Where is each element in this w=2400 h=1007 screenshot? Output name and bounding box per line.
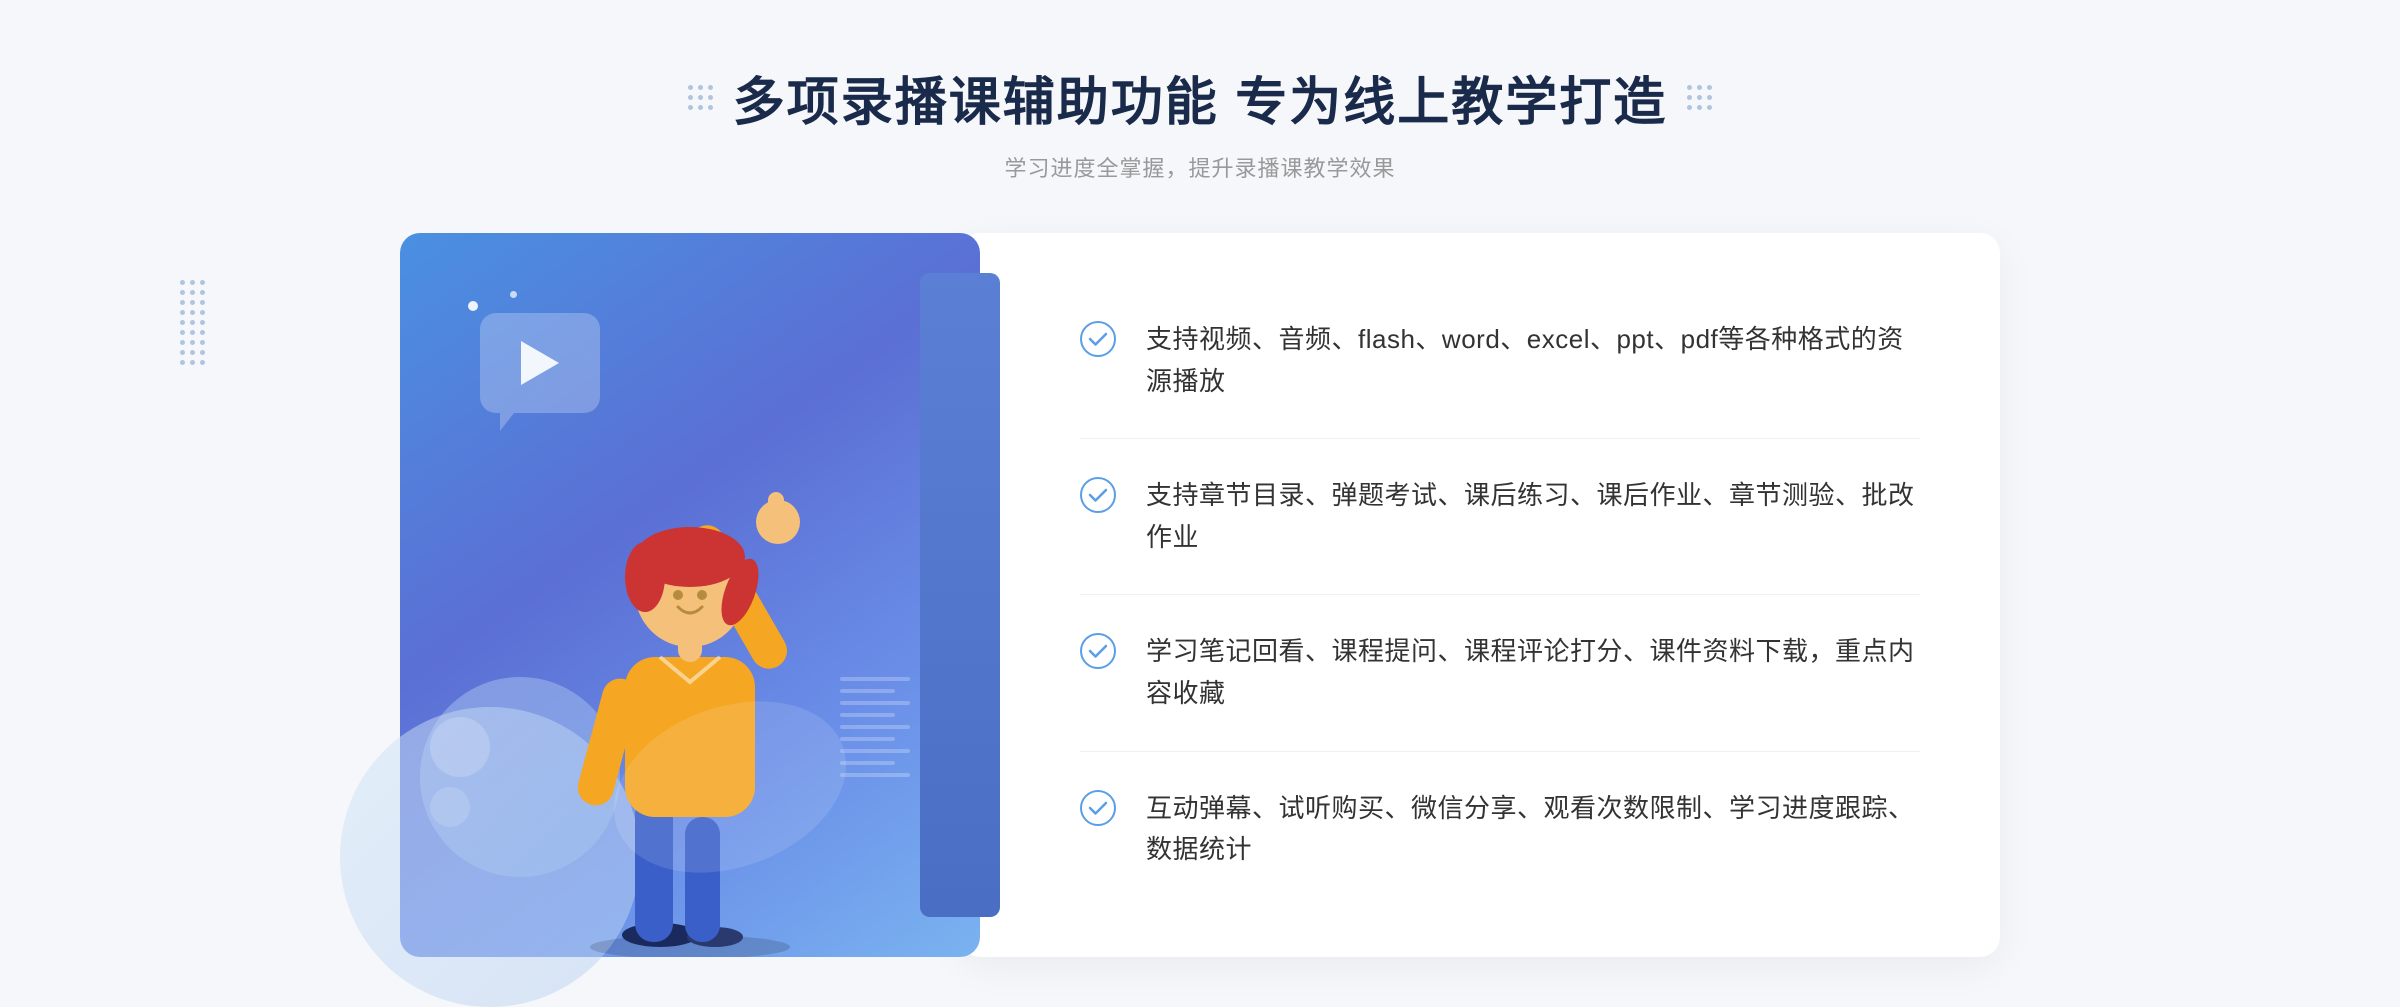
feature-text-3: 学习笔记回看、课程提问、课程评论打分、课件资料下载，重点内容收藏 — [1146, 631, 1920, 714]
blue-accent-panel — [920, 273, 1000, 917]
stripe-decoration — [840, 677, 920, 797]
feature-text-2: 支持章节目录、弹题考试、课后练习、课后作业、章节测验、批改作业 — [1146, 475, 1920, 558]
title-row: 多项录播课辅助功能 专为线上教学打造 — [688, 60, 1712, 135]
title-deco-left — [688, 85, 713, 110]
play-icon — [521, 341, 559, 385]
play-bubble — [480, 313, 600, 413]
check-icon-1 — [1080, 321, 1116, 357]
person-illustration — [530, 437, 850, 957]
main-title: 多项录播课辅助功能 专为线上教学打造 — [733, 60, 1667, 135]
features-panel: 支持视频、音频、flash、word、excel、ppt、pdf等各种格式的资源… — [960, 233, 2000, 957]
small-circles — [430, 717, 490, 827]
feature-item-3: 学习笔记回看、课程提问、课程评论打分、课件资料下载，重点内容收藏 — [1080, 595, 1920, 751]
check-icon-3 — [1080, 633, 1116, 669]
check-icon-4 — [1080, 790, 1116, 826]
page-wrapper: 多项录播课辅助功能 专为线上教学打造 学习进度全掌握，提升录播课教学效果 » — [0, 0, 2400, 974]
feature-item-2: 支持章节目录、弹题考试、课后练习、课后作业、章节测验、批改作业 — [1080, 439, 1920, 595]
check-icon-2 — [1080, 477, 1116, 513]
illustration-card — [400, 233, 980, 957]
content-area: » — [400, 233, 2000, 957]
header-section: 多项录播课辅助功能 专为线上教学打造 学习进度全掌握，提升录播课教学效果 — [688, 60, 1712, 183]
subtitle: 学习进度全掌握，提升录播课教学效果 — [1004, 151, 1395, 183]
feature-text-4: 互动弹幕、试听购买、微信分享、观看次数限制、学习进度跟踪、数据统计 — [1146, 788, 1920, 871]
feature-item-1: 支持视频、音频、flash、word、excel、ppt、pdf等各种格式的资源… — [1080, 283, 1920, 439]
feature-text-1: 支持视频、音频、flash、word、excel、ppt、pdf等各种格式的资源… — [1146, 319, 1920, 402]
sparkle-2 — [510, 291, 517, 298]
sparkle-1 — [468, 301, 478, 311]
feature-item-4: 互动弹幕、试听购买、微信分享、观看次数限制、学习进度跟踪、数据统计 — [1080, 752, 1920, 907]
title-deco-right — [1687, 85, 1712, 110]
bg-dots-left — [180, 280, 205, 365]
